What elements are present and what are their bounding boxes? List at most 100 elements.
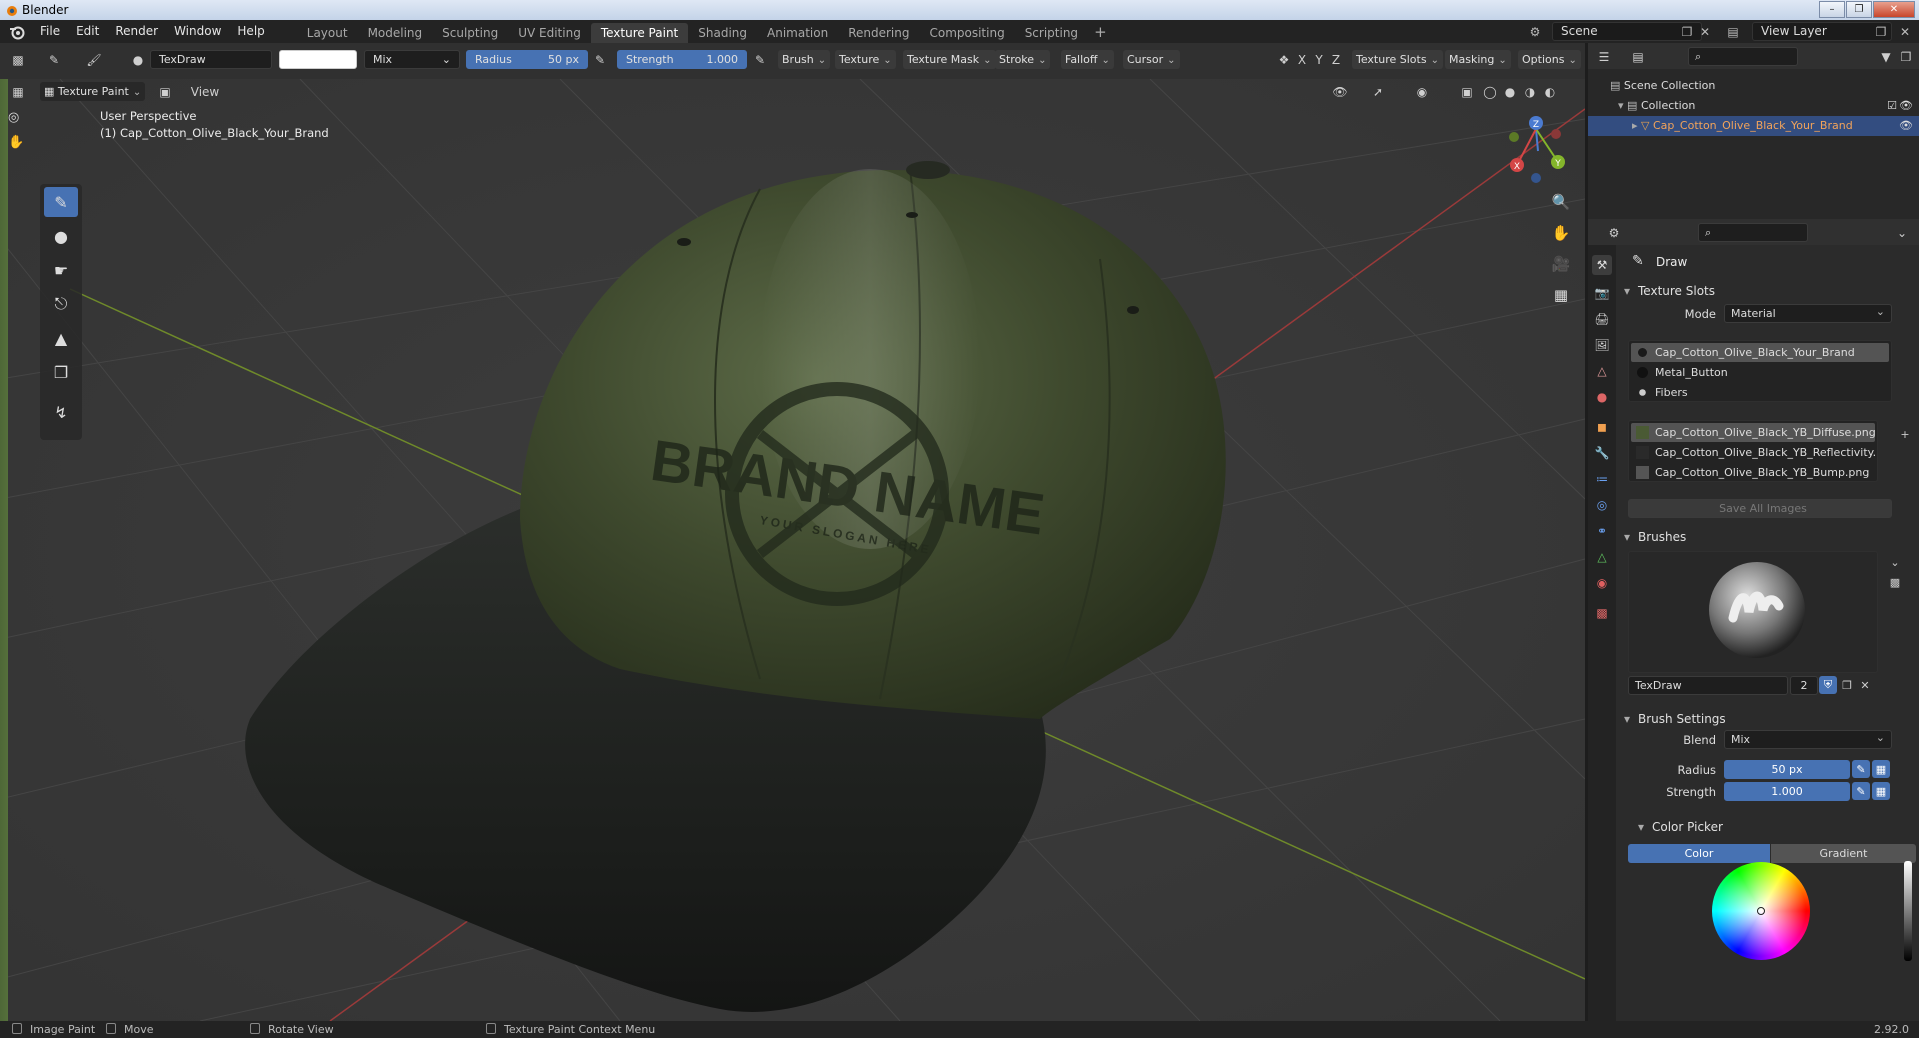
expand-arrow-icon[interactable]: ▾ xyxy=(1618,99,1624,112)
gizmo-toggle-icon[interactable]: ➚ xyxy=(1368,82,1388,101)
texture-dropdown[interactable]: Texture xyxy=(835,50,896,69)
material-slot-item[interactable]: Metal_Button xyxy=(1631,363,1889,382)
data-tab-icon[interactable]: △ xyxy=(1592,547,1612,567)
xray-icon[interactable]: ▣ xyxy=(1457,82,1477,101)
collection-row[interactable]: ▾ ▤ Collection ☑ 👁 xyxy=(1588,96,1919,116)
tool-tab-icon[interactable]: ⚒ xyxy=(1592,255,1612,275)
strength-unit-icon[interactable]: ▦ xyxy=(1872,782,1890,800)
view-layer-tab-icon[interactable]: 🖼 xyxy=(1592,335,1612,355)
brush-image-icon[interactable]: ▩ xyxy=(1886,573,1904,591)
rendered-shading-icon[interactable]: ◐ xyxy=(1540,82,1560,101)
mode-dropdown[interactable]: ▦ Texture Paint xyxy=(40,82,146,101)
visibility-eye-icon[interactable]: 👁 xyxy=(1899,96,1913,116)
zoom-icon[interactable]: 🔍 xyxy=(1548,189,1574,215)
properties-options-icon[interactable]: ⌄ xyxy=(1892,223,1912,242)
close-window-button[interactable]: ✕ xyxy=(1873,1,1915,18)
scene-collection-row[interactable]: ▤ Scene Collection xyxy=(1588,76,1919,96)
fill-tool-icon[interactable]: ▲ xyxy=(44,323,78,353)
editor-type-icon[interactable]: ▩ xyxy=(8,50,28,69)
material-slot-item[interactable]: Fibers xyxy=(1631,383,1889,402)
particles-tab-icon[interactable]: ≔ xyxy=(1592,469,1612,489)
blend-mode-dropdown[interactable]: Mix ⌄ xyxy=(364,50,460,69)
material-slot-item[interactable]: Cap_Cotton_Olive_Black_Your_Brand xyxy=(1631,343,1889,362)
color-picker-section[interactable]: Color Picker xyxy=(1630,815,1919,839)
tab-layout[interactable]: Layout xyxy=(297,23,358,43)
strength-pressure-icon[interactable]: ✎ xyxy=(750,50,770,69)
tab-animation[interactable]: Animation xyxy=(757,23,838,43)
solid-shading-icon[interactable]: ● xyxy=(1500,82,1520,101)
soften-tool-icon[interactable]: ● xyxy=(44,221,78,251)
tab-texture-paint[interactable]: Texture Paint xyxy=(590,22,689,43)
minimize-button[interactable]: – xyxy=(1819,1,1845,18)
object-row[interactable]: ▸ ▽ Cap_Cotton_Olive_Black_Your_Brand 👁 xyxy=(1588,116,1919,136)
brush-list-dropdown-icon[interactable]: ⌄ xyxy=(1886,553,1904,571)
new-view-layer-icon[interactable]: ❐ xyxy=(1872,23,1890,40)
view-layer-field[interactable]: View Layer xyxy=(1752,22,1892,41)
brush-color-swatch[interactable] xyxy=(279,50,357,69)
image-slot-item[interactable]: Cap_Cotton_Olive_Black_YB_Bump.png xyxy=(1631,463,1875,482)
tab-rendering[interactable]: Rendering xyxy=(838,23,919,43)
image-slot-item[interactable]: Cap_Cotton_Olive_Black_YB_Diffuse.png xyxy=(1631,423,1875,442)
outliner-search-input[interactable]: ⌕ xyxy=(1688,47,1798,66)
radius-pressure-icon[interactable]: ✎ xyxy=(1852,760,1870,778)
properties-search-input[interactable]: ⌕ xyxy=(1698,223,1808,242)
object-tab-icon[interactable]: ◼ xyxy=(1592,417,1612,437)
brush-icon[interactable]: 🖌 xyxy=(84,50,104,69)
render-tab-icon[interactable]: 📷 xyxy=(1592,283,1612,303)
tab-sculpting[interactable]: Sculpting xyxy=(432,23,508,43)
display-mode-icon[interactable]: ▤ xyxy=(1628,47,1648,66)
scene-tab-icon[interactable]: △ xyxy=(1592,361,1612,381)
view-menu[interactable]: View xyxy=(190,82,220,101)
radius-unit-icon[interactable]: ▦ xyxy=(1872,760,1890,778)
color-wheel-cursor[interactable] xyxy=(1757,907,1765,915)
visibility-eye-icon[interactable]: 👁 xyxy=(1899,116,1913,136)
masking-dropdown[interactable]: Masking xyxy=(1445,50,1511,69)
draw-tool-icon[interactable]: ✎ xyxy=(44,187,78,217)
view-layer-icon[interactable]: ▤ xyxy=(1724,23,1742,40)
delete-scene-icon[interactable]: ✕ xyxy=(1696,23,1714,40)
radius-pressure-icon[interactable]: ✎ xyxy=(590,50,610,69)
duplicate-brush-icon[interactable]: ❐ xyxy=(1838,676,1856,694)
new-scene-icon[interactable]: ❐ xyxy=(1678,23,1696,40)
outliner-editor-icon[interactable]: ☰ xyxy=(1594,47,1614,66)
brushes-section[interactable]: Brushes xyxy=(1616,525,1919,549)
scene-selector-icon[interactable]: ⚙ xyxy=(1526,23,1544,40)
mask-toggle-icon[interactable]: ▣ xyxy=(155,82,175,101)
brush-users-count[interactable]: 2 xyxy=(1790,676,1818,695)
menu-file[interactable]: File xyxy=(32,20,68,43)
viewport-scene[interactable]: BRAND NAME YOUR SLOGAN HERE Z Y X xyxy=(0,79,1585,1021)
hand-icon[interactable]: ✋ xyxy=(8,135,34,150)
properties-editor-icon[interactable]: ⚙ xyxy=(1604,223,1624,242)
include-checkbox[interactable]: ☑ xyxy=(1887,96,1897,116)
color-wheel[interactable] xyxy=(1712,862,1810,960)
mirror-z-toggle[interactable]: Z xyxy=(1326,50,1346,69)
tab-modeling[interactable]: Modeling xyxy=(358,23,433,43)
save-all-images-button[interactable]: Save All Images xyxy=(1628,499,1892,518)
menu-help[interactable]: Help xyxy=(229,20,272,43)
visibility-icon[interactable]: 👁 xyxy=(1330,82,1350,101)
physics-tab-icon[interactable]: ◎ xyxy=(1592,495,1612,515)
editor-type-icon[interactable]: ▦ xyxy=(8,82,28,101)
filter-icon[interactable]: ▼ xyxy=(1876,47,1896,66)
value-slider[interactable] xyxy=(1904,861,1912,961)
expand-arrow-icon[interactable]: ▸ xyxy=(1632,119,1638,132)
new-collection-icon[interactable]: ❐ xyxy=(1896,47,1916,66)
tab-shading[interactable]: Shading xyxy=(688,23,757,43)
radius-field[interactable]: Radius 50 px xyxy=(466,50,588,69)
menu-render[interactable]: Render xyxy=(107,20,166,43)
smear-tool-icon[interactable]: ☛ xyxy=(44,255,78,285)
clone-tool-icon[interactable]: ⎋ xyxy=(44,289,78,319)
ortho-grid-icon[interactable]: ▦ xyxy=(1548,282,1574,308)
strength-pressure-icon[interactable]: ✎ xyxy=(1852,782,1870,800)
tab-uv-editing[interactable]: UV Editing xyxy=(508,23,591,43)
texture-slots-section[interactable]: Texture Slots xyxy=(1616,279,1919,303)
constraints-tab-icon[interactable]: ⚭ xyxy=(1592,521,1612,541)
material-tab-icon[interactable]: ◉ xyxy=(1592,573,1612,593)
pan-hand-icon[interactable]: ✋ xyxy=(1548,220,1574,246)
camera-view-icon[interactable]: 🎥 xyxy=(1548,251,1574,277)
overlays-icon[interactable]: ◉ xyxy=(1412,82,1432,101)
texture-tab-icon[interactable]: ▩ xyxy=(1592,603,1612,623)
brush-name-field[interactable]: TexDraw xyxy=(1628,676,1788,695)
radius-slider[interactable]: 50 px xyxy=(1724,760,1850,779)
fake-user-shield-icon[interactable]: ⛨ xyxy=(1819,676,1837,694)
